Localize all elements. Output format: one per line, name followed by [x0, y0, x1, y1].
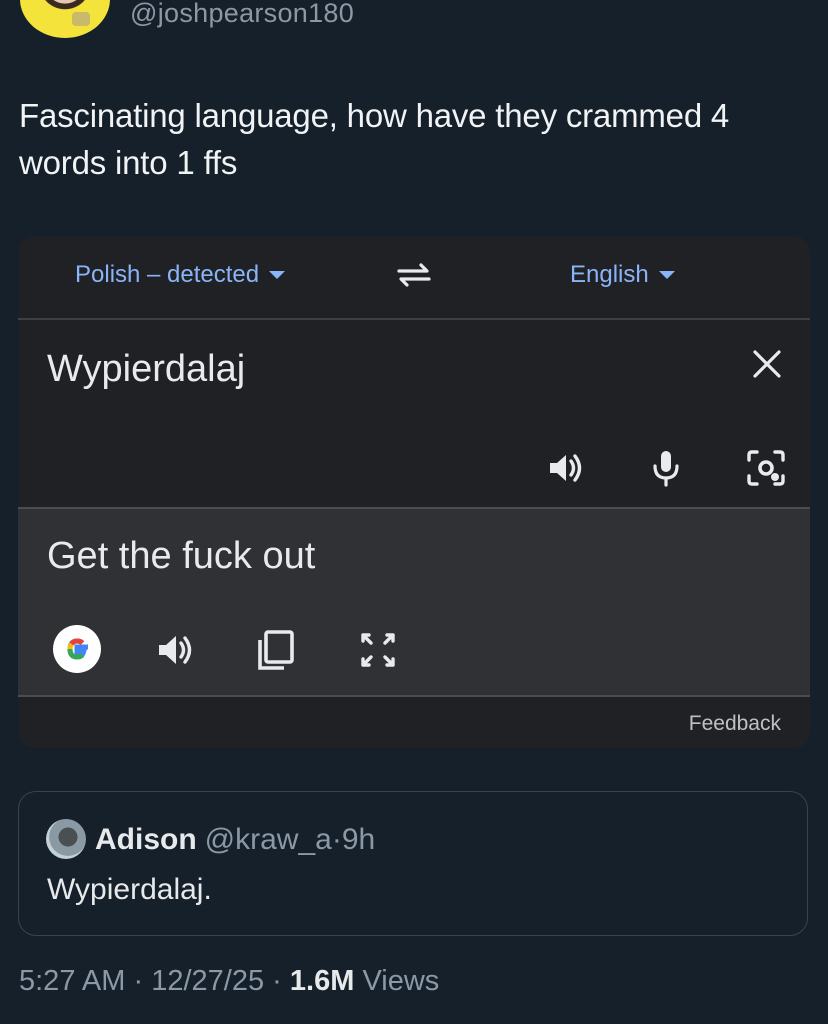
quoted-author-name: Adison: [95, 823, 197, 856]
dropdown-caret-icon: [658, 270, 675, 279]
translated-text: Get the fuck out: [47, 535, 316, 577]
swap-languages-icon[interactable]: [393, 258, 435, 292]
microphone-icon[interactable]: [644, 446, 688, 490]
google-logo-icon[interactable]: [53, 625, 101, 673]
views-count[interactable]: 1.6M: [290, 965, 354, 997]
footer-separator: ·: [133, 965, 144, 997]
quoted-tweet-header: Adison @kraw_a·9h: [95, 822, 375, 858]
source-text: Wypierdalaj: [47, 348, 246, 390]
views-label[interactable]: Views: [362, 965, 439, 997]
tweet-text: Fascinating language, how have they cram…: [19, 97, 730, 181]
post-time[interactable]: 5:27 AM: [19, 965, 125, 997]
author-avatar[interactable]: [20, 0, 110, 38]
footer-separator: ·: [272, 965, 282, 997]
quoted-tweet[interactable]: Adison @kraw_a·9h Wypierdalaj.: [18, 791, 808, 936]
quoted-author-meta: @kraw_a·9h: [205, 823, 376, 856]
source-language-label: Polish – detected: [75, 261, 260, 288]
quoted-author-avatar: [46, 819, 86, 859]
camera-icon[interactable]: [744, 446, 788, 490]
close-icon[interactable]: [747, 344, 787, 384]
fullscreen-icon[interactable]: [354, 626, 402, 674]
dropdown-caret-icon: [269, 270, 286, 279]
copy-icon[interactable]: [252, 626, 300, 674]
target-language-label: English: [570, 261, 649, 288]
post-date[interactable]: 12/27/25: [151, 965, 264, 997]
quoted-tweet-text: Wypierdalaj.: [47, 873, 212, 906]
target-language-selector[interactable]: English: [570, 260, 675, 290]
feedback-link[interactable]: Feedback: [689, 711, 781, 737]
meta-separator: ·: [331, 823, 342, 856]
translation-result-area: Get the fuck out: [18, 507, 810, 697]
speaker-icon[interactable]: [152, 626, 200, 674]
tweet-footer: 5:27 AM · 12/27/25 · 1.6M Views: [19, 963, 439, 999]
tweet-header: @joshpearson180: [0, 0, 828, 50]
author-handle[interactable]: @joshpearson180: [130, 0, 354, 28]
quoted-author-handle: @kraw_a: [204, 823, 332, 856]
source-language-selector[interactable]: Polish – detected: [75, 260, 286, 290]
language-bar: Polish – detected English: [18, 236, 810, 320]
speaker-icon[interactable]: [544, 446, 588, 490]
google-g-icon: [67, 638, 88, 660]
source-text-area[interactable]: Wypierdalaj: [18, 320, 810, 506]
quoted-tweet-time: 9h: [341, 823, 376, 856]
translate-card: Polish – detected English Wypierdalaj Ge…: [18, 236, 810, 748]
